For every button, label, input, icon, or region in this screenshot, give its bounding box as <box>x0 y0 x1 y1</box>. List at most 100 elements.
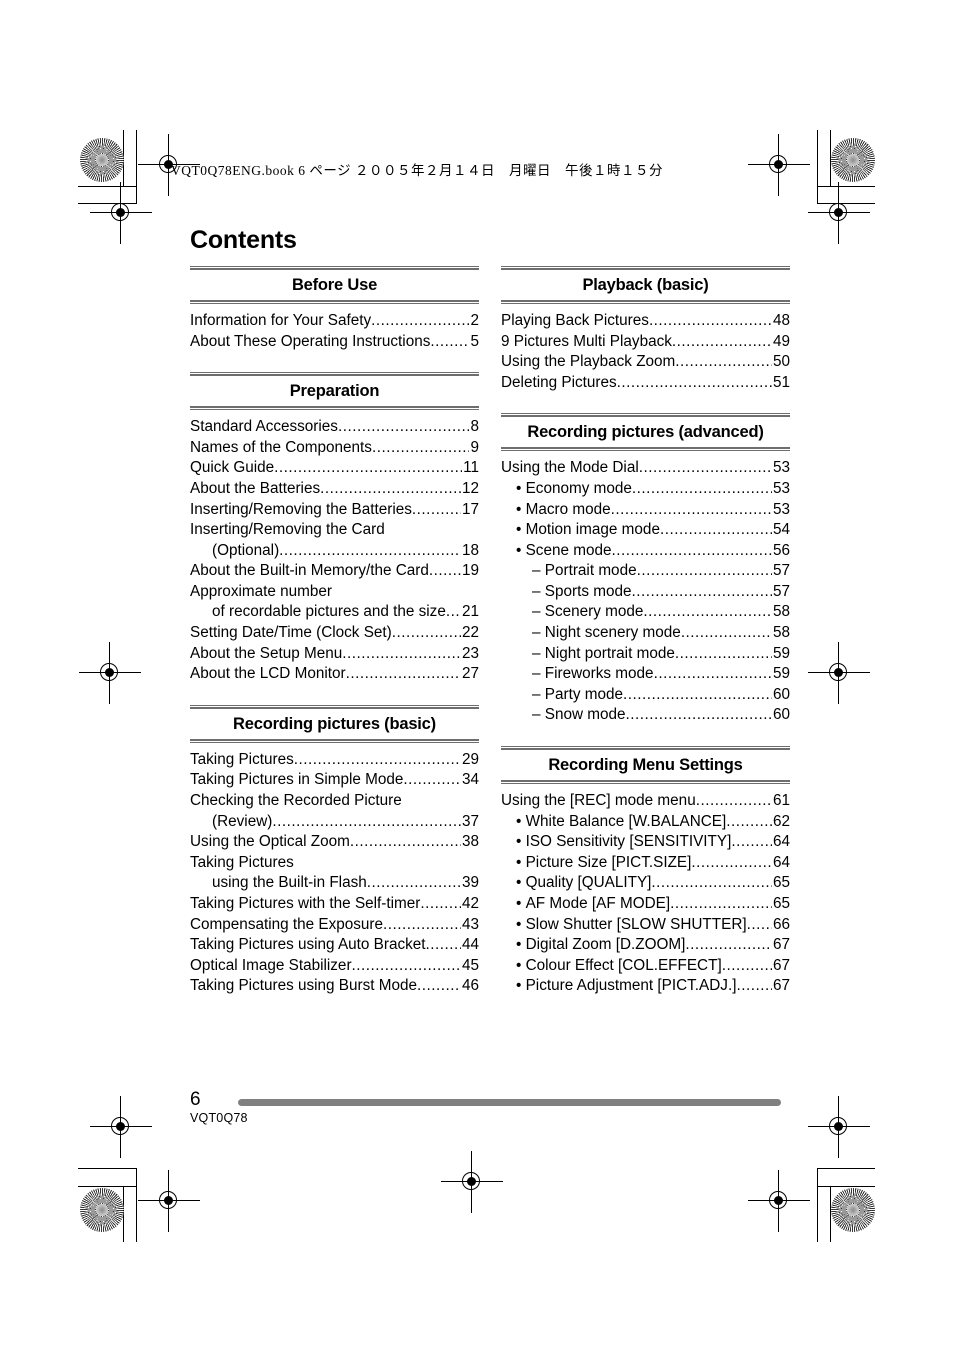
toc-entry[interactable]: Taking Pictures with the Self-timer.....… <box>190 894 479 915</box>
toc-entry[interactable]: Deleting Pictures.......................… <box>501 373 790 394</box>
toc-entry-page: 60 <box>772 706 790 724</box>
toc-entry[interactable]: Quality [QUALITY].......................… <box>501 873 790 894</box>
toc-entry[interactable]: Sports mode.............................… <box>501 582 790 603</box>
toc-entry[interactable]: ISO Sensitivity [SENSITIVITY]...........… <box>501 832 790 853</box>
toc-entry-label: Setting Date/Time (Clock Set) <box>190 624 392 642</box>
toc-entry-page: 53 <box>772 500 790 518</box>
toc-entry[interactable]: Slow Shutter [SLOW SHUTTER].............… <box>501 915 790 936</box>
toc-entry[interactable]: Taking Pictures using Auto Bracket......… <box>190 935 479 956</box>
toc-entry-page: 29 <box>461 750 479 768</box>
toc-entry[interactable]: About These Operating Instructions......… <box>190 332 479 353</box>
registration-mark-bottom-center <box>441 1151 503 1213</box>
toc-entry[interactable]: Standard Accessories....................… <box>190 417 479 438</box>
toc-entry[interactable]: About the Built-in Memory/the Card......… <box>190 561 479 582</box>
toc-entry[interactable]: Using the Optical Zoom..................… <box>190 832 479 853</box>
toc-entry[interactable]: Taking Pictures in Simple Mode..........… <box>190 770 479 791</box>
toc-dot-leader: ........................................… <box>648 311 772 329</box>
toc-right-column: Playback (basic) Playing Back Pictures...… <box>501 266 790 997</box>
crop-mark-bottom-left-horizontal-outer <box>78 1186 136 1187</box>
toc-entry[interactable]: Approximate number......................… <box>190 582 479 603</box>
toc-entry[interactable]: Party mode..............................… <box>501 685 790 706</box>
toc-entry[interactable]: using the Built-in Flash................… <box>190 873 479 894</box>
toc-entry[interactable]: Motion image mode.......................… <box>501 520 790 541</box>
toc-dot-leader: ........................................… <box>622 685 772 703</box>
toc-entry-page: 66 <box>772 915 790 933</box>
toc-entry-page: 21 <box>461 603 479 621</box>
toc-entry[interactable]: Picture Adjustment [PICT.ADJ.]..........… <box>501 976 790 997</box>
toc-entry[interactable]: (Review)................................… <box>190 812 479 833</box>
toc-entry-list: Information for Your Safety.............… <box>190 304 479 352</box>
toc-entry[interactable]: of recordable pictures and the size.....… <box>190 602 479 623</box>
toc-entry-page: 53 <box>772 479 790 497</box>
toc-entry[interactable]: Economy mode............................… <box>501 479 790 500</box>
crop-mark-top-right-horizontal-outer <box>817 186 875 187</box>
toc-entry-page: 64 <box>772 853 790 871</box>
toc-entry[interactable]: Scenery mode............................… <box>501 602 790 623</box>
toc-entry[interactable]: Using the Mode Dial.....................… <box>501 458 790 479</box>
registration-mark-mid-left <box>79 642 141 704</box>
toc-entry[interactable]: Optical Image Stabilizer................… <box>190 956 479 977</box>
toc-entry[interactable]: AF Mode [AF MODE].......................… <box>501 894 790 915</box>
toc-entry[interactable]: Night scenery mode......................… <box>501 623 790 644</box>
toc-entry-label: Taking Pictures <box>190 750 294 768</box>
toc-entry-label: Night portrait mode <box>532 644 675 665</box>
toc-entry-label: Optical Image Stabilizer <box>190 956 352 974</box>
toc-entry[interactable]: Colour Effect [COL.EFFECT]..............… <box>501 956 790 977</box>
toc-entry-page: 38 <box>461 833 479 851</box>
toc-entry[interactable]: Information for Your Safety.............… <box>190 311 479 332</box>
toc-entry[interactable]: Picture Size [PICT.SIZE]................… <box>501 853 790 874</box>
toc-entry[interactable]: Digital Zoom [D.ZOOM]...................… <box>501 935 790 956</box>
toc-entry[interactable]: Scene mode..............................… <box>501 541 790 562</box>
section-heading: Recording Menu Settings <box>548 756 743 775</box>
toc-entry[interactable]: Fireworks mode..........................… <box>501 664 790 685</box>
toc-entry[interactable]: 9 Pictures Multi Playback...............… <box>501 332 790 353</box>
toc-entry-label: Picture Adjustment [PICT.ADJ.] <box>516 976 737 997</box>
toc-entry[interactable]: White Balance [W.BALANCE]...............… <box>501 812 790 833</box>
toc-entry[interactable]: Names of the Components.................… <box>190 438 479 459</box>
toc-entry[interactable]: About the Setup Menu....................… <box>190 644 479 665</box>
toc-entry[interactable]: Setting Date/Time (Clock Set)...........… <box>190 623 479 644</box>
toc-dot-leader: ........................................… <box>674 644 772 662</box>
toc-entry[interactable]: About the LCD Monitor...................… <box>190 664 479 685</box>
section-heading: Preparation <box>289 382 380 401</box>
toc-entry[interactable]: Snow mode...............................… <box>501 705 790 726</box>
toc-entry[interactable]: (Optional)..............................… <box>190 541 479 562</box>
print-registration-star-top-left <box>80 138 124 182</box>
toc-entry-label: Information for Your Safety <box>190 311 372 329</box>
toc-entry[interactable]: Portrait mode...........................… <box>501 561 790 582</box>
toc-entry[interactable]: Quick Guide.............................… <box>190 458 479 479</box>
toc-entry-page: 5 <box>470 332 479 350</box>
toc-entry-label: White Balance [W.BALANCE] <box>516 812 727 833</box>
toc-entry[interactable]: Taking Pictures.........................… <box>190 853 479 874</box>
toc-entry-page: 58 <box>772 624 790 642</box>
toc-dot-leader: ........................................… <box>659 521 772 539</box>
toc-entry-page: 37 <box>461 812 479 830</box>
toc-entry[interactable]: Checking the Recorded Picture...........… <box>190 791 479 812</box>
toc-entry[interactable]: Using the [REC] mode menu...............… <box>501 791 790 812</box>
toc-entry[interactable]: Night portrait mode.....................… <box>501 644 790 665</box>
toc-dot-leader: ........................................… <box>417 977 461 995</box>
toc-entry[interactable]: Taking Pictures using Burst Mode........… <box>190 976 479 997</box>
toc-dot-leader: ........................................… <box>425 936 461 954</box>
toc-entry-label: Taking Pictures in Simple Mode <box>190 771 404 789</box>
toc-entry[interactable]: Taking Pictures.........................… <box>190 750 479 771</box>
toc-entry-page: 23 <box>461 644 479 662</box>
toc-entry-label: Party mode <box>532 685 623 706</box>
toc-dot-leader: ........................................… <box>731 833 772 851</box>
toc-dot-leader: ........................................… <box>371 438 470 456</box>
print-registration-star-top-right <box>831 138 875 182</box>
toc-entry[interactable]: Macro mode..............................… <box>501 500 790 521</box>
toc-dot-leader: ........................................… <box>445 603 461 621</box>
toc-dot-leader: ........................................… <box>685 936 772 954</box>
toc-entry[interactable]: About the Batteries.....................… <box>190 479 479 500</box>
toc-entry[interactable]: Compensating the Exposure...............… <box>190 915 479 936</box>
toc-entry[interactable]: Using the Playback Zoom.................… <box>501 352 790 373</box>
toc-entry-page: 61 <box>772 792 790 809</box>
toc-entry[interactable]: Inserting/Removing the Batteries........… <box>190 500 479 521</box>
toc-entry[interactable]: Inserting/Removing the Card.............… <box>190 520 479 541</box>
toc-section: Recording pictures (advanced) Using the M… <box>501 413 790 726</box>
toc-entry[interactable]: Playing Back Pictures...................… <box>501 311 790 332</box>
toc-entry-label: Using the Optical Zoom <box>190 833 350 851</box>
registration-mark-top-left-lower <box>90 182 152 244</box>
